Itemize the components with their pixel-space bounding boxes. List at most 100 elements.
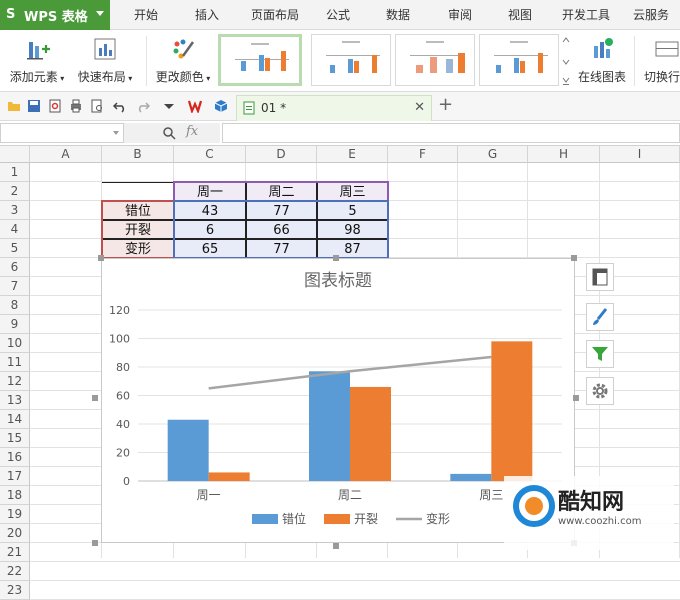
row-header-8[interactable]: 8 bbox=[0, 296, 30, 315]
select-all-corner[interactable] bbox=[0, 146, 30, 163]
chart-settings-button[interactable] bbox=[586, 377, 614, 405]
add-element-button[interactable]: 添加元素 ▾ bbox=[6, 34, 68, 88]
table-cell[interactable]: 77 bbox=[246, 201, 317, 220]
row-header-3[interactable]: 3 bbox=[0, 201, 30, 220]
y-tick-label: 0 bbox=[123, 475, 130, 488]
resize-handle[interactable] bbox=[333, 543, 339, 549]
resize-handle[interactable] bbox=[573, 395, 579, 401]
table-cell[interactable]: 5 bbox=[317, 201, 388, 220]
table-cell[interactable]: 66 bbox=[246, 220, 317, 239]
resize-handle[interactable] bbox=[92, 540, 98, 546]
tab-view[interactable]: 视图 bbox=[500, 0, 540, 30]
column-header-e[interactable]: E bbox=[317, 146, 388, 163]
row-header-16[interactable]: 16 bbox=[0, 448, 30, 467]
preview-icon[interactable] bbox=[90, 99, 104, 113]
column-header-a[interactable]: A bbox=[30, 146, 102, 163]
new-tab-plus-icon[interactable]: + bbox=[438, 95, 453, 115]
tab-page-layout[interactable]: 页面布局 bbox=[244, 0, 306, 30]
chart-style-button[interactable] bbox=[586, 303, 614, 331]
wps-w-logo-icon[interactable] bbox=[188, 99, 206, 113]
switch-row-column-button[interactable]: 切换行 bbox=[640, 34, 680, 88]
document-tab[interactable]: 01 * ✕ bbox=[236, 95, 432, 121]
column-header-h[interactable]: H bbox=[528, 146, 600, 163]
column-header-c[interactable]: C bbox=[174, 146, 246, 163]
tab-cloud[interactable]: 云服务 bbox=[626, 0, 676, 30]
chart-style-thumb-1[interactable] bbox=[218, 34, 302, 86]
row-header-21[interactable]: 21 bbox=[0, 543, 30, 562]
row-header-1[interactable]: 1 bbox=[0, 163, 30, 182]
row-header-23[interactable]: 23 bbox=[0, 581, 30, 600]
tab-review[interactable]: 审阅 bbox=[440, 0, 480, 30]
resize-handle[interactable] bbox=[98, 255, 104, 261]
row-header-11[interactable]: 11 bbox=[0, 353, 30, 372]
formula-input[interactable] bbox=[222, 123, 680, 143]
change-color-button[interactable]: 更改颜色 ▾ bbox=[150, 34, 216, 88]
column-header-f[interactable]: F bbox=[388, 146, 458, 163]
column-header-b[interactable]: B bbox=[102, 146, 174, 163]
chart-filter-button[interactable] bbox=[586, 340, 614, 368]
name-box[interactable] bbox=[0, 123, 124, 143]
table-header-cell[interactable]: 周二 bbox=[246, 182, 317, 201]
save-icon[interactable] bbox=[27, 99, 41, 113]
resize-handle[interactable] bbox=[571, 255, 577, 261]
column-header-d[interactable]: D bbox=[246, 146, 317, 163]
redo-icon[interactable] bbox=[136, 99, 150, 113]
undo-icon[interactable] bbox=[113, 99, 127, 113]
table-cell[interactable]: 6 bbox=[174, 220, 246, 239]
resize-handle[interactable] bbox=[92, 395, 98, 401]
print-icon[interactable] bbox=[69, 99, 83, 113]
tab-home[interactable]: 开始 bbox=[124, 0, 168, 30]
table-row-label[interactable]: 变形 bbox=[102, 239, 174, 258]
cube-icon[interactable] bbox=[214, 99, 228, 113]
online-chart-button[interactable]: 在线图表 bbox=[574, 34, 630, 88]
table-cell[interactable]: 98 bbox=[317, 220, 388, 239]
column-header-i[interactable]: I bbox=[600, 146, 680, 163]
customize-dropdown-icon[interactable] bbox=[162, 99, 176, 113]
app-menu-button[interactable]: S WPS 表格 bbox=[0, 0, 110, 30]
chart-style-thumb-4[interactable] bbox=[479, 34, 559, 86]
chart-style-thumb-2[interactable] bbox=[311, 34, 391, 86]
table-header-cell[interactable]: 周三 bbox=[317, 182, 388, 201]
table-corner-cell[interactable] bbox=[102, 182, 174, 201]
row-header-4[interactable]: 4 bbox=[0, 220, 30, 239]
tab-formulas[interactable]: 公式 bbox=[318, 0, 358, 30]
table-cell[interactable]: 77 bbox=[246, 239, 317, 258]
row-header-7[interactable]: 7 bbox=[0, 277, 30, 296]
row-header-13[interactable]: 13 bbox=[0, 391, 30, 410]
print-preview-icon[interactable] bbox=[48, 99, 62, 113]
tab-data[interactable]: 数据 bbox=[378, 0, 418, 30]
quick-layout-button[interactable]: 快速布局 ▾ bbox=[72, 34, 138, 88]
chart-style-thumb-3[interactable] bbox=[395, 34, 475, 86]
resize-handle[interactable] bbox=[333, 255, 339, 261]
column-header-g[interactable]: G bbox=[458, 146, 528, 163]
watermark: 酷知网 www.coozhi.com bbox=[504, 476, 674, 550]
fx-icon[interactable]: fx bbox=[186, 124, 198, 139]
row-header-15[interactable]: 15 bbox=[0, 429, 30, 448]
row-header-12[interactable]: 12 bbox=[0, 372, 30, 391]
table-row-label[interactable]: 开裂 bbox=[102, 220, 174, 239]
chart-elements-button[interactable] bbox=[586, 263, 614, 291]
table-cell[interactable]: 65 bbox=[174, 239, 246, 258]
row-header-14[interactable]: 14 bbox=[0, 410, 30, 429]
close-icon[interactable]: ✕ bbox=[414, 100, 425, 115]
row-header-5[interactable]: 5 bbox=[0, 239, 30, 258]
table-cell[interactable]: 43 bbox=[174, 201, 246, 220]
search-zoom-icon[interactable] bbox=[162, 126, 176, 140]
tab-insert[interactable]: 插入 bbox=[185, 0, 229, 30]
table-row-label[interactable]: 错位 bbox=[102, 201, 174, 220]
row-header-20[interactable]: 20 bbox=[0, 524, 30, 543]
row-header-17[interactable]: 17 bbox=[0, 467, 30, 486]
row-header-2[interactable]: 2 bbox=[0, 182, 30, 201]
tab-developer[interactable]: 开发工具 bbox=[556, 0, 616, 30]
style-gallery-scroll[interactable] bbox=[561, 34, 571, 90]
table-header-cell[interactable]: 周一 bbox=[174, 182, 246, 201]
row-header-22[interactable]: 22 bbox=[0, 562, 30, 581]
open-folder-icon[interactable] bbox=[7, 99, 21, 113]
row-header-6[interactable]: 6 bbox=[0, 258, 30, 277]
row-header-19[interactable]: 19 bbox=[0, 505, 30, 524]
row-header-10[interactable]: 10 bbox=[0, 334, 30, 353]
chevron-down-icon[interactable] bbox=[113, 131, 119, 135]
row-header-18[interactable]: 18 bbox=[0, 486, 30, 505]
table-cell[interactable]: 87 bbox=[317, 239, 388, 258]
row-header-9[interactable]: 9 bbox=[0, 315, 30, 334]
